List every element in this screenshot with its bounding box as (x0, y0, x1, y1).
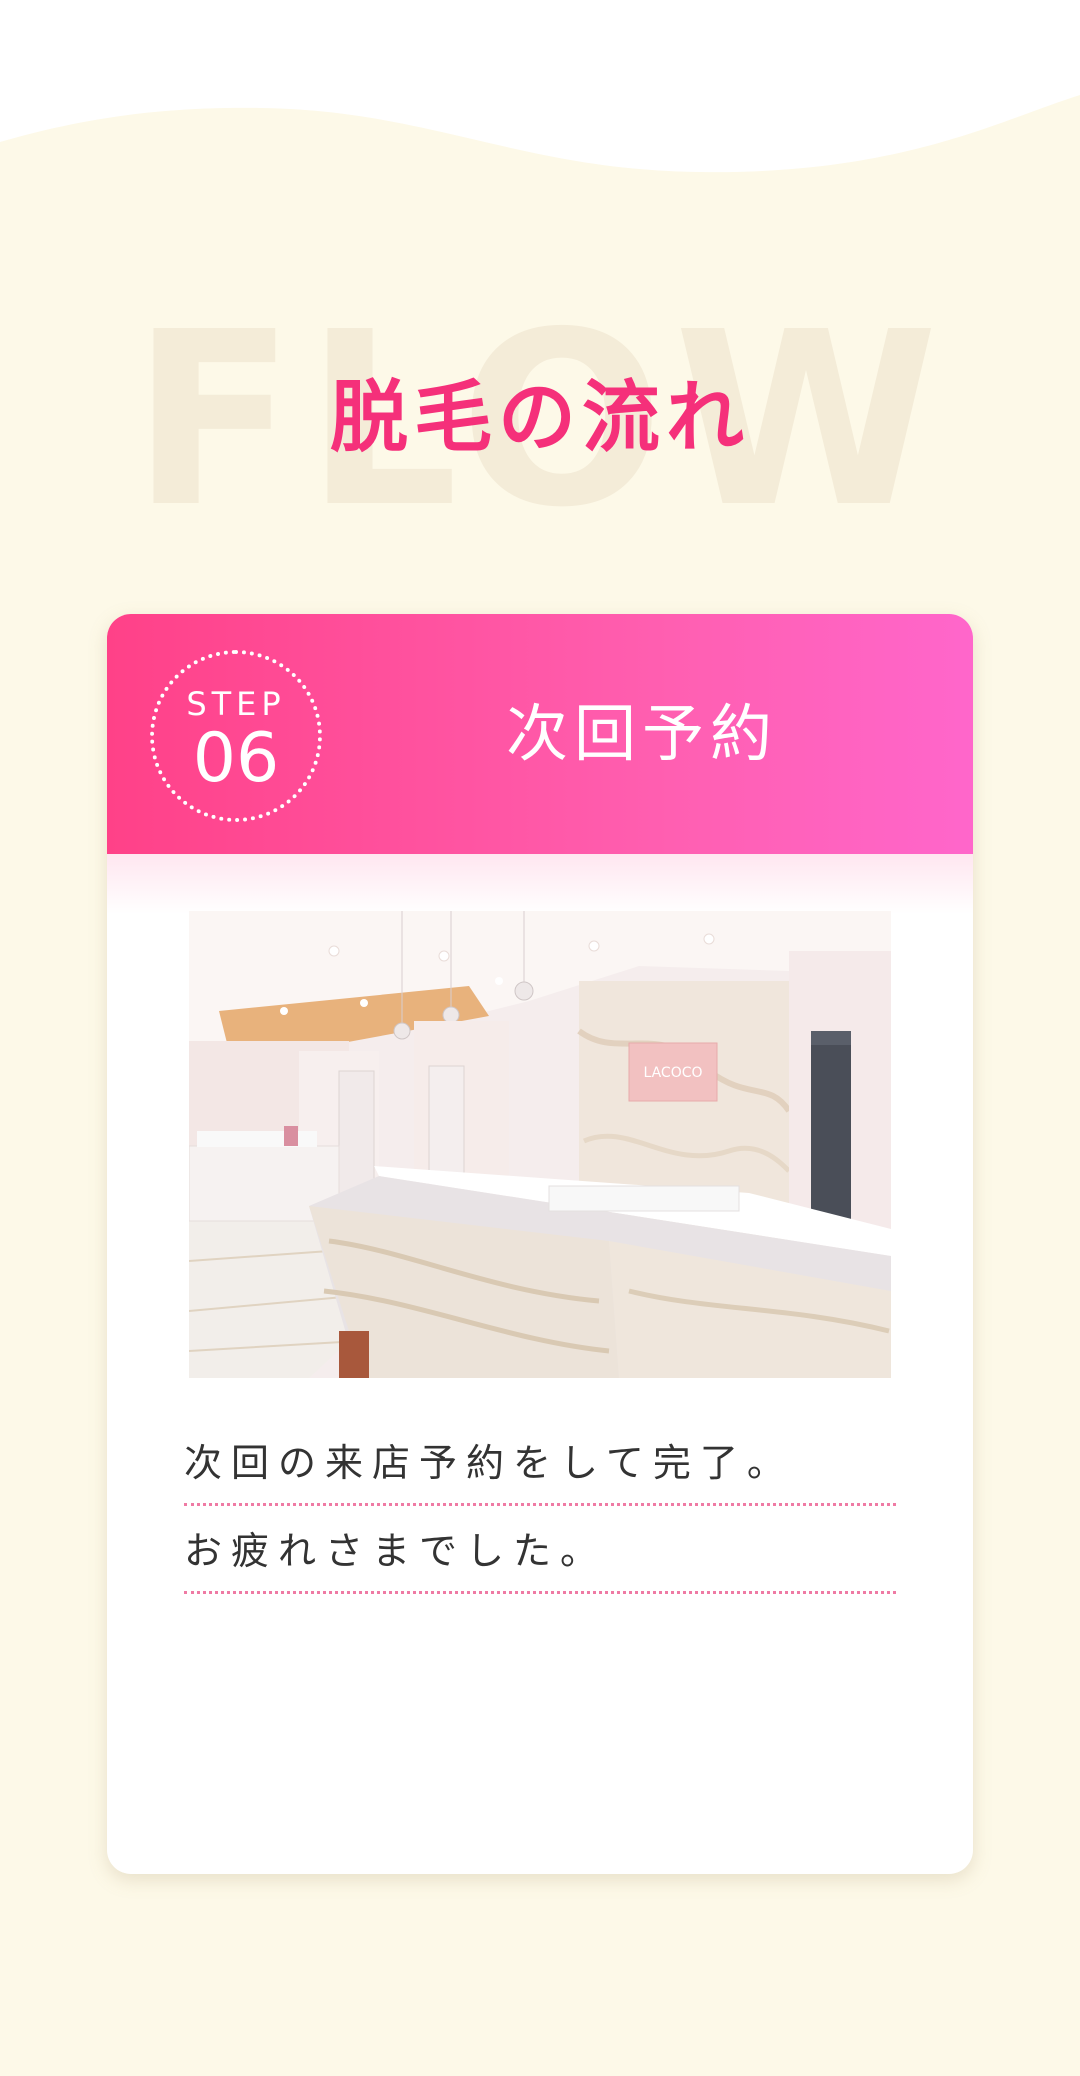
description-line: 次回の来店予約をして完了。 (184, 1420, 896, 1506)
step-card-header: STEP 06 次回予約 (107, 614, 973, 854)
header-fade (107, 854, 973, 914)
top-wave-decoration (0, 0, 1080, 173)
salon-reception-photo: LACOCO (189, 911, 891, 1378)
step-number: 06 (192, 719, 280, 798)
section-title: 脱毛の流れ (329, 373, 750, 463)
step-card: STEP 06 次回予約 LACOCO 次回の来店予約をして完了。 お疲れさまで… (107, 614, 973, 1874)
step-badge: STEP 06 (150, 650, 322, 822)
step-label: STEP (186, 685, 286, 723)
salon-sign-text: LACOCO (643, 1065, 702, 1081)
step-title: 次回予約 (505, 697, 778, 770)
description-line: お疲れさまでした。 (184, 1508, 896, 1594)
